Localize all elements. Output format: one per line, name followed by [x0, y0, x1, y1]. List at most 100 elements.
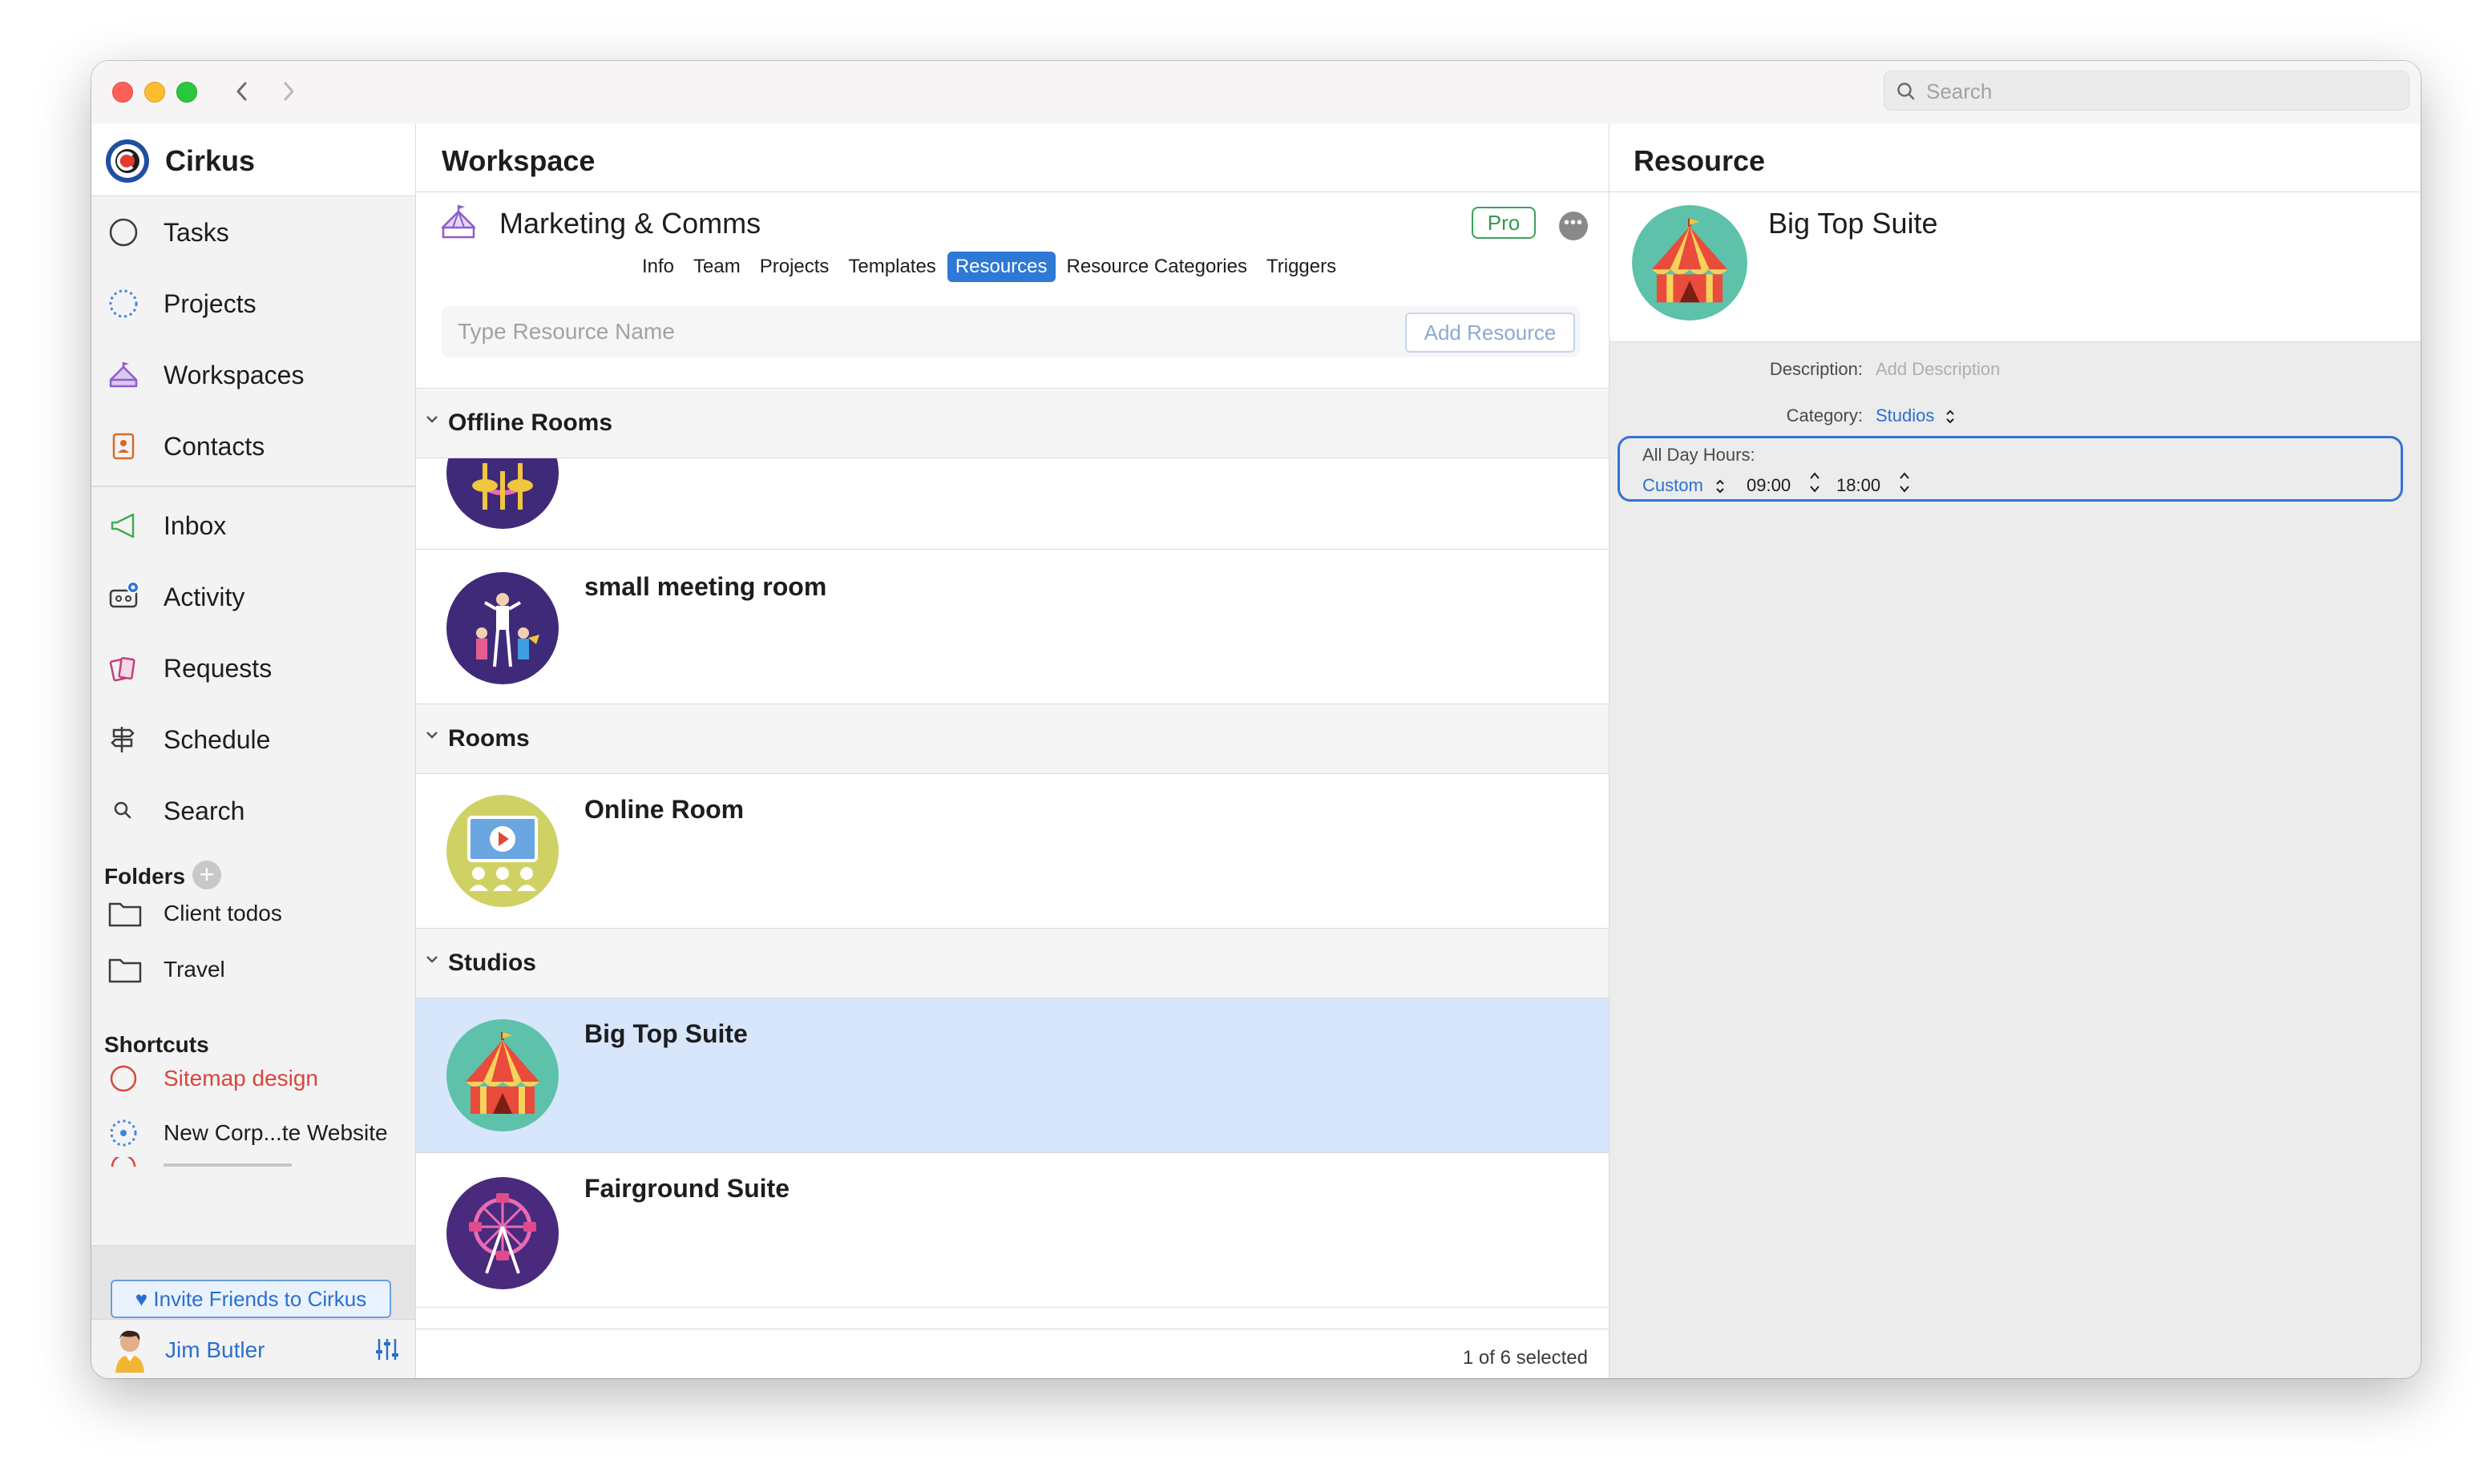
tab-projects[interactable]: Projects — [752, 252, 838, 282]
tab-resources[interactable]: Resources — [947, 252, 1056, 282]
resource-label: Fairground Suite — [584, 1174, 790, 1203]
resource-name[interactable]: Big Top Suite — [1768, 207, 1937, 240]
sidebar-item-requests[interactable]: Requests — [91, 639, 415, 696]
user-avatar[interactable] — [106, 1325, 154, 1373]
start-time-field[interactable]: 09:00 — [1747, 475, 1791, 496]
user-name[interactable]: Jim Butler — [165, 1337, 265, 1363]
tab-triggers[interactable]: Triggers — [1258, 252, 1344, 282]
resource-avatar — [446, 1019, 559, 1131]
resource-detail-panel: Resource Big Top Suite Description: Add … — [1610, 123, 2421, 1378]
tab-templates[interactable]: Templates — [840, 252, 943, 282]
dotted-circle-icon — [110, 1119, 137, 1147]
sidebar-divider — [91, 486, 415, 487]
sidebar-item-label: Requests — [164, 654, 273, 683]
folder-item[interactable]: Travel — [91, 944, 415, 995]
sidebar: Cirkus Tasks Projects Workspaces Contact… — [91, 123, 416, 1378]
resource-avatar — [446, 795, 559, 907]
resource-avatar — [446, 572, 559, 684]
group-header-rooms[interactable]: Rooms — [416, 704, 1609, 774]
add-folder-button[interactable]: + — [192, 861, 221, 889]
sidebar-item-inbox[interactable]: Inbox — [91, 497, 415, 553]
resource-label: small meeting room — [584, 572, 827, 601]
invite-friends-button[interactable]: ♥ Invite Friends to Cirkus — [111, 1280, 391, 1318]
list-item[interactable]: Fairground Suite — [416, 1153, 1609, 1308]
back-chevron-icon[interactable] — [228, 74, 256, 109]
shortcut-item[interactable]: Sitemap design — [91, 1053, 415, 1104]
folder-icon — [108, 958, 142, 983]
selection-status: 1 of 6 selected — [1462, 1347, 1588, 1369]
sliders-icon[interactable] — [374, 1336, 401, 1363]
folders-heading: Folders — [104, 864, 186, 889]
updown-chevron-icon — [1716, 479, 1724, 494]
sidebar-item-label: Schedule — [164, 725, 271, 754]
tab-team[interactable]: Team — [685, 252, 749, 282]
list-item[interactable] — [416, 458, 1609, 550]
workspace-panel: Workspace Marketing & Comms Pro ••• Info… — [416, 123, 1610, 1378]
forward-chevron-icon[interactable] — [274, 74, 303, 109]
sidebar-item-schedule[interactable]: Schedule — [91, 711, 415, 767]
panel-title: Workspace — [442, 144, 596, 177]
end-time-field[interactable]: 18:00 — [1836, 475, 1880, 496]
list-item-selected[interactable]: Big Top Suite — [416, 998, 1609, 1153]
start-time-stepper[interactable] — [1809, 470, 1820, 494]
resource-header: Resource Big Top Suite — [1610, 123, 2421, 342]
sidebar-item-tasks[interactable]: Tasks — [91, 204, 415, 260]
sidebar-item-label: Inbox — [164, 511, 227, 540]
circle-icon — [110, 1065, 137, 1092]
shortcut-label: New Corp...te Website — [164, 1120, 388, 1145]
more-options-icon[interactable]: ••• — [1559, 212, 1588, 240]
sidebar-item-label: Search — [164, 796, 245, 825]
add-resource-button[interactable]: Add Resource — [1405, 313, 1575, 353]
sidebar-item-contacts[interactable]: Contacts — [91, 417, 415, 474]
search-icon — [114, 801, 131, 819]
sidebar-item-workspaces[interactable]: Workspaces — [91, 346, 415, 402]
category-value: Studios — [1876, 405, 1935, 425]
shortcut-label: Sitemap design — [164, 1066, 319, 1091]
updown-chevron-icon — [1945, 409, 1954, 424]
tent-icon — [109, 362, 138, 388]
tab-info[interactable]: Info — [634, 252, 682, 282]
sidebar-item-label: Tasks — [164, 218, 229, 247]
close-window-button[interactable] — [112, 82, 133, 103]
group-header-studios[interactable]: Studios — [416, 929, 1609, 998]
workspace-tabs: Info Team Projects Templates Resources R… — [634, 252, 1347, 284]
sidebar-item-search[interactable]: Search — [91, 782, 415, 838]
folder-label: Client todos — [164, 901, 282, 925]
user-bar: Jim Butler — [91, 1319, 415, 1378]
minimize-window-button[interactable] — [144, 82, 165, 103]
title-bar — [91, 61, 2421, 124]
folder-icon — [108, 902, 142, 927]
all-day-hours-field[interactable]: All Day Hours: Custom 09:00 18:00 — [1618, 436, 2403, 502]
list-item[interactable]: Online Room — [416, 774, 1609, 929]
resource-avatar[interactable] — [1630, 204, 1749, 322]
brand-header: Cirkus — [91, 123, 415, 196]
dotted-circle-icon — [109, 289, 138, 318]
panel-title: Resource — [1634, 144, 1766, 177]
description-field[interactable]: Add Description — [1876, 359, 2000, 380]
resource-name-input[interactable] — [456, 313, 1381, 351]
sidebar-item-activity[interactable]: Activity — [91, 568, 415, 624]
hours-mode-select[interactable]: Custom — [1642, 475, 1726, 496]
shortcut-item[interactable]: New Corp...te Website — [91, 1107, 415, 1159]
app-window: Cirkus Tasks Projects Workspaces Contact… — [91, 61, 2421, 1378]
megaphone-icon — [111, 513, 135, 538]
group-label: Studios — [448, 950, 536, 976]
resource-label: Big Top Suite — [584, 1019, 748, 1048]
tab-resource-categories[interactable]: Resource Categories — [1059, 252, 1255, 282]
toolbar-search[interactable] — [1884, 71, 2409, 111]
resource-list: Offline Rooms small meeting room Rooms O… — [416, 388, 1609, 1329]
zoom-window-button[interactable] — [176, 82, 197, 103]
group-header-offline-rooms[interactable]: Offline Rooms — [416, 389, 1609, 458]
list-footer: 1 of 6 selected — [416, 1329, 1609, 1378]
list-item[interactable]: small meeting room — [416, 550, 1609, 704]
toolbar-search-input[interactable] — [1925, 71, 2401, 111]
folder-item[interactable]: Client todos — [91, 888, 415, 939]
resource-avatar — [446, 1177, 559, 1289]
category-select[interactable]: Studios — [1876, 405, 1956, 426]
invite-area: ♥ Invite Friends to Cirkus — [91, 1245, 415, 1320]
sidebar-item-projects[interactable]: Projects — [91, 275, 415, 331]
hours-label: All Day Hours: — [1642, 445, 1755, 465]
signpost-icon — [111, 727, 135, 752]
cirkus-logo-icon — [106, 139, 149, 183]
end-time-stepper[interactable] — [1899, 470, 1910, 494]
